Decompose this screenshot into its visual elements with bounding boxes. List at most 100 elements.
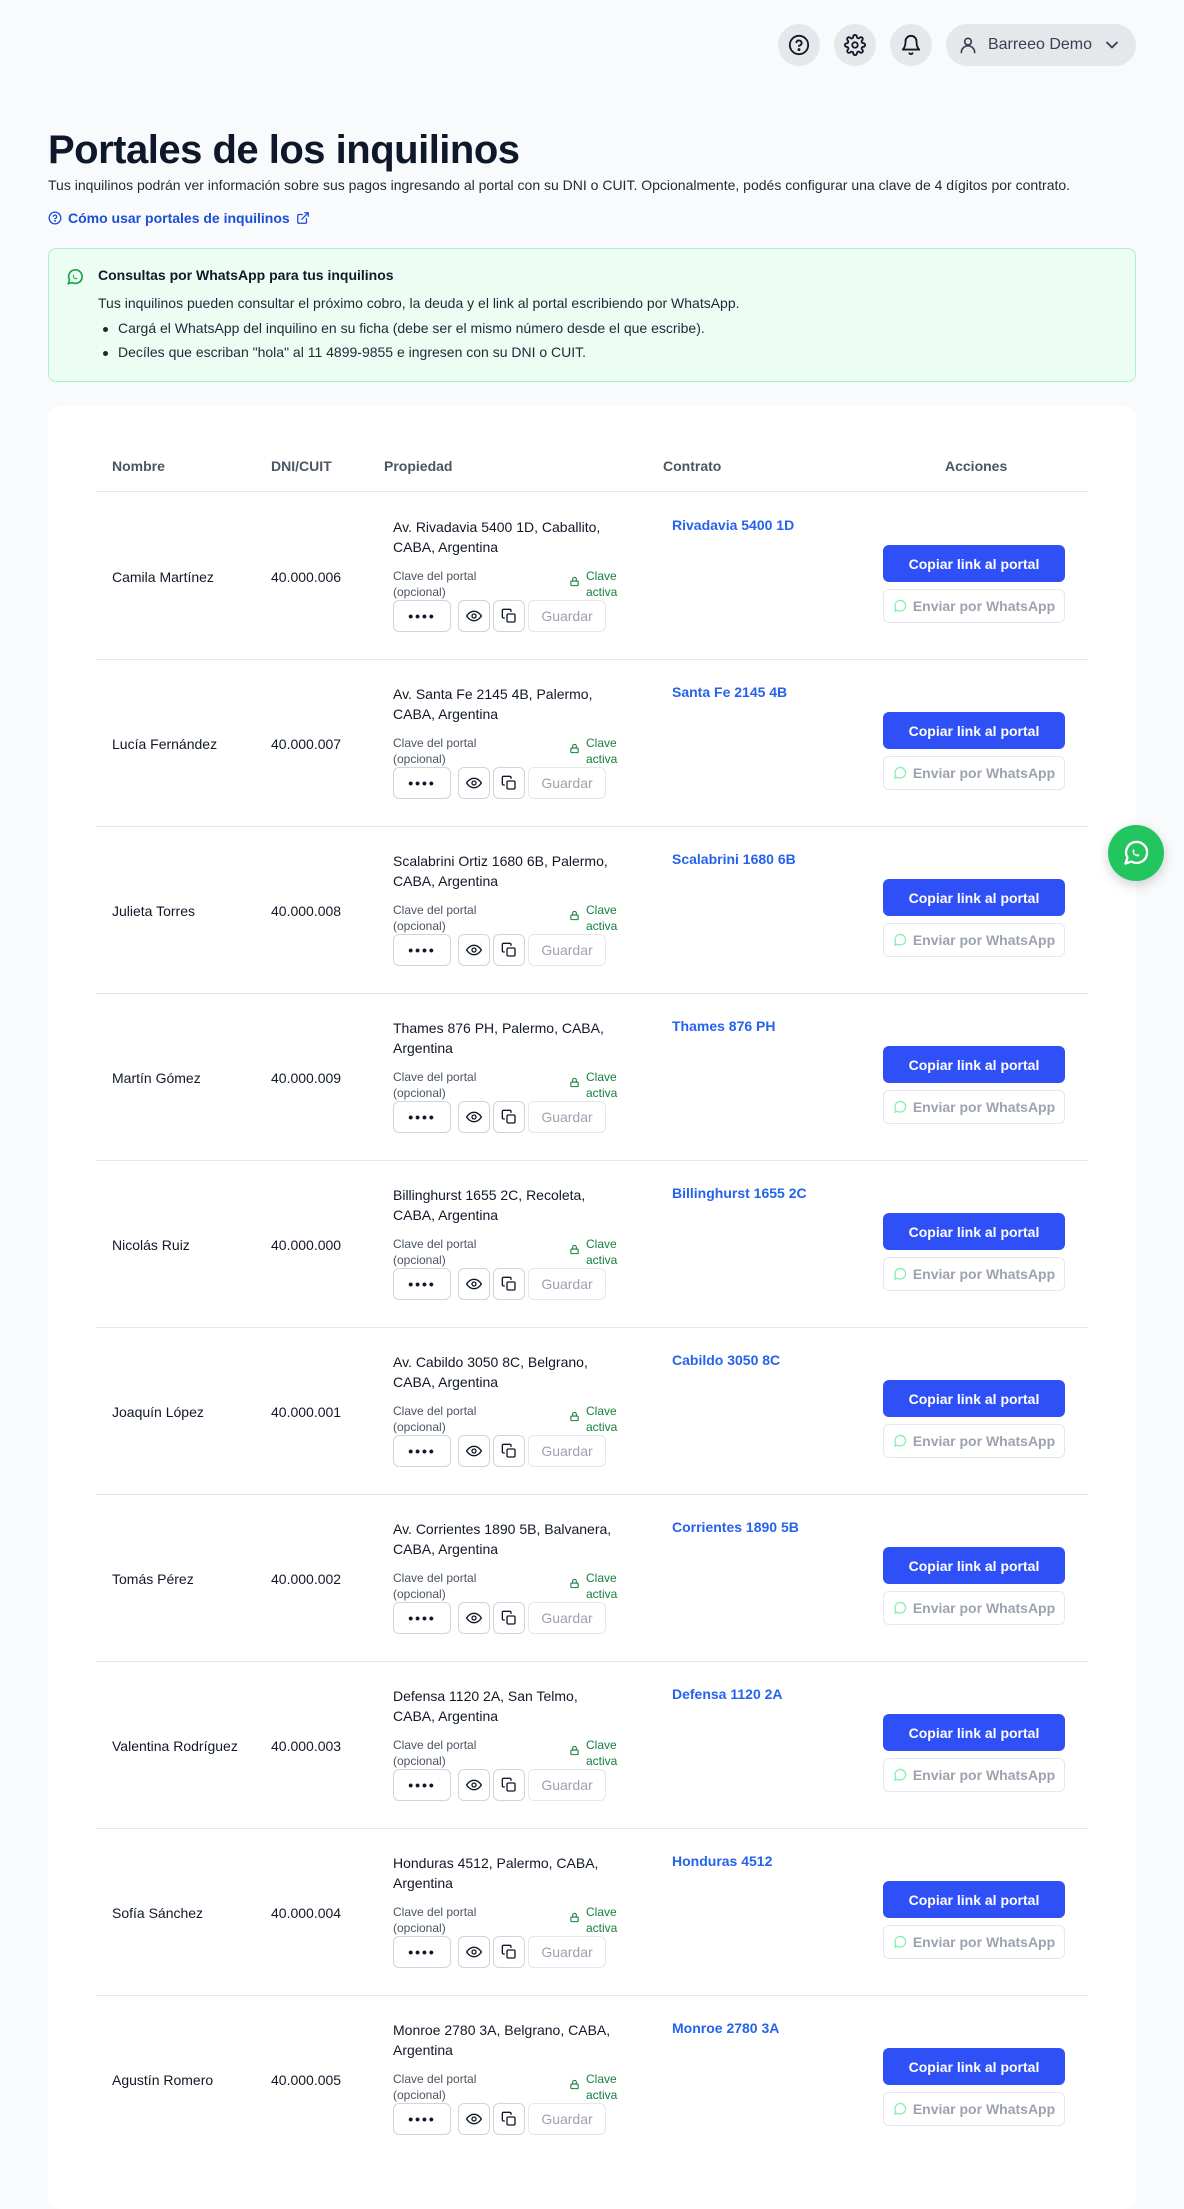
tenant-name: Joaquín López: [112, 1404, 204, 1420]
copy-key-button[interactable]: [493, 1769, 525, 1801]
portal-key-input[interactable]: ••••: [393, 767, 451, 799]
key-status: Clave activa: [569, 1236, 622, 1268]
portal-key-input[interactable]: ••••: [393, 1101, 451, 1133]
copy-key-button[interactable]: [493, 1435, 525, 1467]
tenant-name: Valentina Rodríguez: [112, 1738, 238, 1754]
portal-key-input[interactable]: ••••: [393, 2103, 451, 2135]
save-key-button[interactable]: Guardar: [528, 934, 606, 966]
lock-icon: [570, 910, 579, 921]
contract-link[interactable]: Thames 876 PH: [672, 1018, 776, 1034]
tenants-table-card: Nombre DNI/CUIT Propiedad Contrato Accio…: [48, 406, 1136, 2209]
send-whatsapp-label: Enviar por WhatsApp: [912, 1433, 1056, 1449]
save-key-button[interactable]: Guardar: [528, 767, 606, 799]
copy-portal-link-button[interactable]: Copiar link al portal: [883, 879, 1065, 916]
send-whatsapp-button[interactable]: Enviar por WhatsApp: [883, 1424, 1065, 1458]
show-key-button[interactable]: [458, 2103, 490, 2135]
show-key-button[interactable]: [458, 1101, 490, 1133]
copy-portal-link-button[interactable]: Copiar link al portal: [883, 1547, 1065, 1584]
send-whatsapp-button[interactable]: Enviar por WhatsApp: [883, 1925, 1065, 1959]
send-whatsapp-button[interactable]: Enviar por WhatsApp: [883, 1257, 1065, 1291]
send-whatsapp-button[interactable]: Enviar por WhatsApp: [883, 589, 1065, 623]
lock-icon: [570, 1745, 579, 1756]
copy-portal-link-button[interactable]: Copiar link al portal: [883, 1881, 1065, 1918]
property-address: Honduras 4512, Palermo, CABA, Argentina: [393, 1855, 599, 1891]
contract-link[interactable]: Honduras 4512: [672, 1853, 772, 1869]
contract-link[interactable]: Monroe 2780 3A: [672, 2020, 779, 2036]
key-status-label: Clave activa: [586, 736, 618, 766]
copy-portal-link-button[interactable]: Copiar link al portal: [883, 545, 1065, 582]
save-key-button[interactable]: Guardar: [528, 1101, 606, 1133]
copy-key-button[interactable]: [493, 934, 525, 966]
whatsapp-icon: [893, 2102, 906, 2115]
portal-key-input[interactable]: ••••: [393, 1602, 451, 1634]
save-key-button[interactable]: Guardar: [528, 1936, 606, 1968]
send-whatsapp-button[interactable]: Enviar por WhatsApp: [883, 1758, 1065, 1792]
contract-link[interactable]: Billinghurst 1655 2C: [672, 1185, 807, 1201]
show-key-button[interactable]: [458, 1602, 490, 1634]
send-whatsapp-button[interactable]: Enviar por WhatsApp: [883, 1591, 1065, 1625]
lock-icon: [570, 743, 579, 754]
table-row: Agustín Romero 40.000.005 Monroe 2780 3A…: [96, 1996, 1088, 2163]
show-key-button[interactable]: [458, 1936, 490, 1968]
copy-portal-link-button[interactable]: Copiar link al portal: [883, 1046, 1065, 1083]
eye-icon: [466, 1779, 482, 1791]
tenant-dni: 40.000.009: [271, 1070, 342, 1086]
copy-key-button[interactable]: [493, 1936, 525, 1968]
portal-key-input[interactable]: ••••: [393, 600, 451, 632]
save-key-button[interactable]: Guardar: [528, 1435, 606, 1467]
portal-key-label: Clave del portal (opcional): [393, 569, 477, 599]
send-whatsapp-label: Enviar por WhatsApp: [912, 765, 1056, 781]
user-menu-button[interactable]: Barreeo Demo: [945, 24, 1136, 66]
contract-link[interactable]: Santa Fe 2145 4B: [672, 684, 787, 700]
contract-link[interactable]: Defensa 1120 2A: [672, 1686, 783, 1702]
show-key-button[interactable]: [458, 600, 490, 632]
help-button[interactable]: [777, 24, 820, 66]
copy-key-button[interactable]: [493, 1602, 525, 1634]
copy-portal-link-button[interactable]: Copiar link al portal: [883, 1380, 1065, 1417]
send-whatsapp-button[interactable]: Enviar por WhatsApp: [883, 756, 1065, 790]
save-key-button[interactable]: Guardar: [528, 1268, 606, 1300]
table-row: Nicolás Ruiz 40.000.000 Billinghurst 165…: [96, 1161, 1088, 1328]
contract-link[interactable]: Cabildo 3050 8C: [672, 1352, 780, 1368]
show-key-button[interactable]: [458, 934, 490, 966]
send-whatsapp-button[interactable]: Enviar por WhatsApp: [883, 1090, 1065, 1124]
save-key-button[interactable]: Guardar: [528, 1602, 606, 1634]
portal-key-input[interactable]: ••••: [393, 1435, 451, 1467]
copy-key-button[interactable]: [493, 600, 525, 632]
send-whatsapp-button[interactable]: Enviar por WhatsApp: [883, 923, 1065, 957]
portal-key-input[interactable]: ••••: [393, 1268, 451, 1300]
portal-key-input[interactable]: ••••: [393, 1936, 451, 1968]
show-key-button[interactable]: [458, 767, 490, 799]
send-whatsapp-button[interactable]: Enviar por WhatsApp: [883, 2092, 1065, 2126]
show-key-button[interactable]: [458, 1268, 490, 1300]
copy-portal-link-button[interactable]: Copiar link al portal: [883, 1714, 1065, 1751]
copy-icon: [501, 1610, 516, 1625]
contract-link[interactable]: Rivadavia 5400 1D: [672, 517, 794, 533]
notifications-button[interactable]: [889, 24, 932, 66]
help-link[interactable]: Cómo usar portales de inquilinos: [48, 210, 310, 226]
show-key-button[interactable]: [458, 1435, 490, 1467]
save-key-button[interactable]: Guardar: [528, 1769, 606, 1801]
settings-button[interactable]: [833, 24, 876, 66]
copy-portal-link-button[interactable]: Copiar link al portal: [883, 1213, 1065, 1250]
portal-key-label: Clave del portal (opcional): [393, 1738, 477, 1768]
copy-key-button[interactable]: [493, 1268, 525, 1300]
tenant-dni: 40.000.007: [271, 736, 342, 752]
save-key-button[interactable]: Guardar: [528, 600, 606, 632]
table-row: Martín Gómez 40.000.009 Thames 876 PH, P…: [96, 994, 1088, 1161]
show-key-button[interactable]: [458, 1769, 490, 1801]
copy-key-button[interactable]: [493, 767, 525, 799]
whatsapp-info-bullet: Cargá el WhatsApp del inquilino en su fi…: [103, 320, 705, 336]
save-key-button[interactable]: Guardar: [528, 2103, 606, 2135]
copy-portal-link-button[interactable]: Copiar link al portal: [883, 712, 1065, 749]
portal-key-input[interactable]: ••••: [393, 1769, 451, 1801]
key-status: Clave activa: [569, 1904, 622, 1936]
contract-link[interactable]: Corrientes 1890 5B: [672, 1519, 799, 1535]
contract-link[interactable]: Scalabrini 1680 6B: [672, 851, 796, 867]
eye-icon: [466, 1612, 482, 1624]
portal-key-input[interactable]: ••••: [393, 934, 451, 966]
copy-key-button[interactable]: [493, 1101, 525, 1133]
copy-key-button[interactable]: [493, 2103, 525, 2135]
copy-portal-link-button[interactable]: Copiar link al portal: [883, 2048, 1065, 2085]
whatsapp-floating-button[interactable]: [1108, 825, 1164, 881]
